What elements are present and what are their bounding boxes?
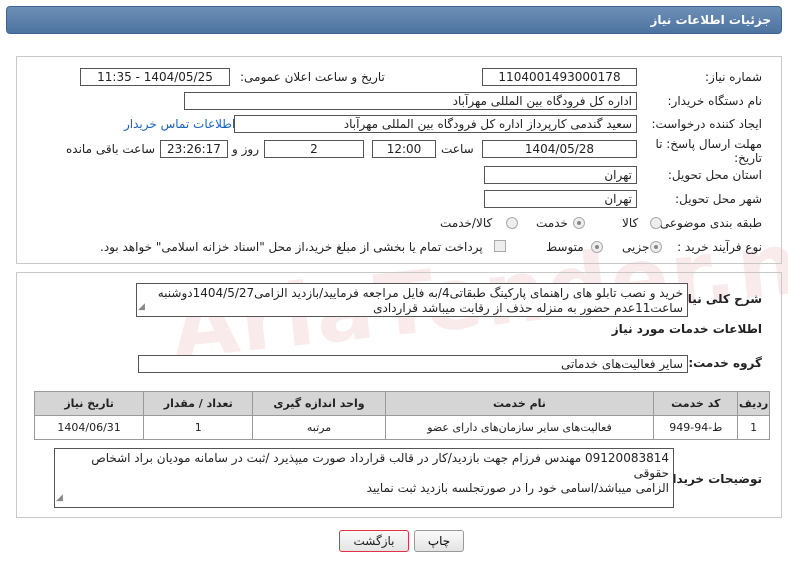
deadline-remaining-label: ساعت باقی مانده (66, 142, 156, 156)
deadline-remaining-field[interactable]: 23:26:17 (160, 140, 228, 158)
city-label: شهر محل تحویل: (675, 192, 762, 206)
category-option-service: خدمت (536, 216, 568, 230)
buyer-org-field[interactable]: اداره کل فرودگاه بین المللی مهرآباد (184, 92, 637, 110)
announce-label: تاریخ و ساعت اعلان عمومی: (240, 70, 385, 84)
category-radio-goods[interactable] (650, 217, 662, 229)
cell-quantity: 1 (143, 415, 254, 440)
category-option-goods: کالا (622, 216, 639, 230)
service-group-field[interactable]: سایر فعالیت‌های خدماتی (138, 355, 688, 373)
col-quantity: تعداد / مقدار (143, 391, 254, 416)
page-title: جزئیات اطلاعات نیاز (650, 13, 771, 27)
buyer-notes-textarea[interactable]: 09120083814 مهندس فرزام جهت بازدید/کار د… (54, 448, 674, 508)
category-radio-service[interactable] (573, 217, 585, 229)
service-group-label: گروه خدمت: (688, 356, 762, 370)
resize-grip-icon[interactable]: ◢ (56, 491, 63, 506)
deadline-label-line2: تاریخ: (734, 151, 762, 165)
cell-service-name: فعالیت‌های سایر سازمان‌های دارای عضو (384, 415, 655, 440)
province-label: استان محل تحویل: (667, 168, 762, 182)
summary-line-1: خرید و نصب تابلو های راهنمای پارکینگ طبق… (157, 286, 683, 300)
buyer-notes-label: توضیحات خریدار: (660, 472, 762, 486)
summary-textarea[interactable]: خرید و نصب تابلو های راهنمای پارکینگ طبق… (136, 283, 688, 317)
buyer-contact-link[interactable]: اطلاعات تماس خریدار (124, 117, 235, 131)
buyer-notes-line-1: 09120083814 مهندس فرزام جهت بازدید/کار د… (91, 451, 669, 480)
col-row-index: ردیف (737, 391, 770, 416)
services-section-title: اطلاعات خدمات مورد نیاز (611, 322, 762, 336)
deadline-days-label: روز و (232, 142, 259, 156)
city-field[interactable]: تهران (484, 190, 637, 208)
deadline-date-field[interactable]: 1404/05/28 (482, 140, 637, 158)
process-radio-medium[interactable] (591, 241, 603, 253)
buyer-org-label: نام دستگاه خریدار: (667, 94, 763, 108)
print-button[interactable]: چاپ (414, 530, 464, 552)
requester-label: ایجاد کننده درخواست: (651, 117, 762, 131)
table-row[interactable]: 1 ط-94-949 فعالیت‌های سایر سازمان‌های دا… (33, 415, 770, 440)
cell-service-code: ط-94-949 (653, 415, 739, 440)
services-table: ردیف کد خدمت نام خدمت واحد اندازه گیری ت… (33, 391, 770, 440)
cell-row-index: 1 (737, 415, 770, 440)
category-label: طبقه بندی موضوعی: (655, 216, 762, 230)
process-option-medium: متوسط (546, 240, 584, 254)
col-need-date: تاریخ نیاز (33, 391, 145, 416)
deadline-time-field[interactable]: 12:00 (372, 140, 436, 158)
category-radio-goods-service[interactable] (506, 217, 518, 229)
province-field[interactable]: تهران (484, 166, 637, 184)
requester-field[interactable]: سعید گندمی کارپرداز اداره کل فرودگاه بین… (234, 115, 637, 133)
col-service-name: نام خدمت (384, 391, 655, 416)
summary-line-2: ساعت11عدم حضور به منزله حذف از رقابت میب… (373, 301, 683, 315)
deadline-time-label: ساعت (441, 142, 474, 156)
buyer-notes-line-2: الزامی میباشد/اسامی خود را در صورتجلسه ب… (366, 481, 669, 495)
need-info-panel (16, 56, 782, 264)
cell-unit: مرتبه (252, 415, 386, 440)
process-radio-minor[interactable] (650, 241, 662, 253)
category-option-goods-service: کالا/خدمت (440, 216, 493, 230)
col-unit: واحد اندازه گیری (252, 391, 386, 416)
summary-label: شرح کلی نیاز: (676, 292, 762, 306)
need-number-label: شماره نیاز: (705, 70, 762, 84)
col-service-code: کد خدمت (653, 391, 739, 416)
treasury-payment-note: پرداخت تمام یا بخشی از مبلغ خرید،از محل … (100, 240, 483, 254)
back-button[interactable]: بازگشت (339, 530, 409, 552)
need-number-field[interactable]: 1104001493000178 (482, 68, 637, 86)
announce-field[interactable]: 1404/05/25 - 11:35 (80, 68, 230, 86)
process-label: نوع فرآیند خرید : (677, 240, 762, 254)
resize-grip-icon[interactable]: ◢ (138, 300, 145, 315)
deadline-days-field[interactable]: 2 (264, 140, 364, 158)
deadline-label-line1: مهلت ارسال پاسخ: تا (655, 137, 762, 151)
process-option-minor: جزیی (622, 240, 650, 254)
table-header-row: ردیف کد خدمت نام خدمت واحد اندازه گیری ت… (33, 391, 770, 416)
cell-need-date: 1404/06/31 (33, 415, 145, 440)
treasury-payment-checkbox[interactable] (494, 240, 506, 252)
page-title-bar: جزئیات اطلاعات نیاز (6, 6, 782, 34)
